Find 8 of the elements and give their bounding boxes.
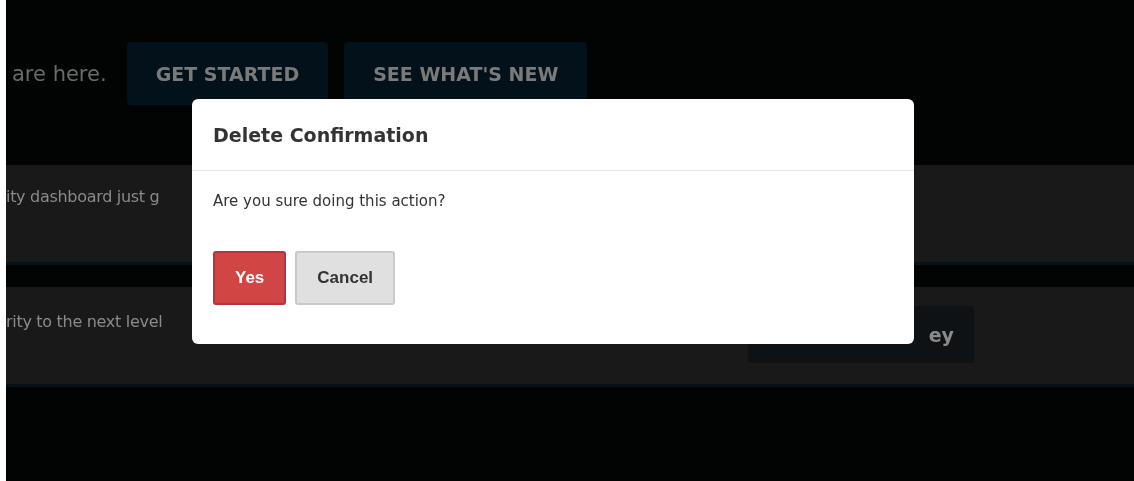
banner-text: rity to the next level: [6, 311, 163, 331]
hero-text: are here.: [12, 61, 107, 86]
dialog-message: Are you sure doing this action?: [213, 192, 446, 210]
dialog-title: Delete Confirmation: [213, 123, 429, 146]
banner-text: ity dashboard just g: [6, 186, 160, 206]
confirm-button[interactable]: Yes: [213, 251, 287, 305]
cancel-button[interactable]: Cancel: [295, 251, 396, 305]
hero-button[interactable]: GET STARTED: [126, 42, 329, 105]
